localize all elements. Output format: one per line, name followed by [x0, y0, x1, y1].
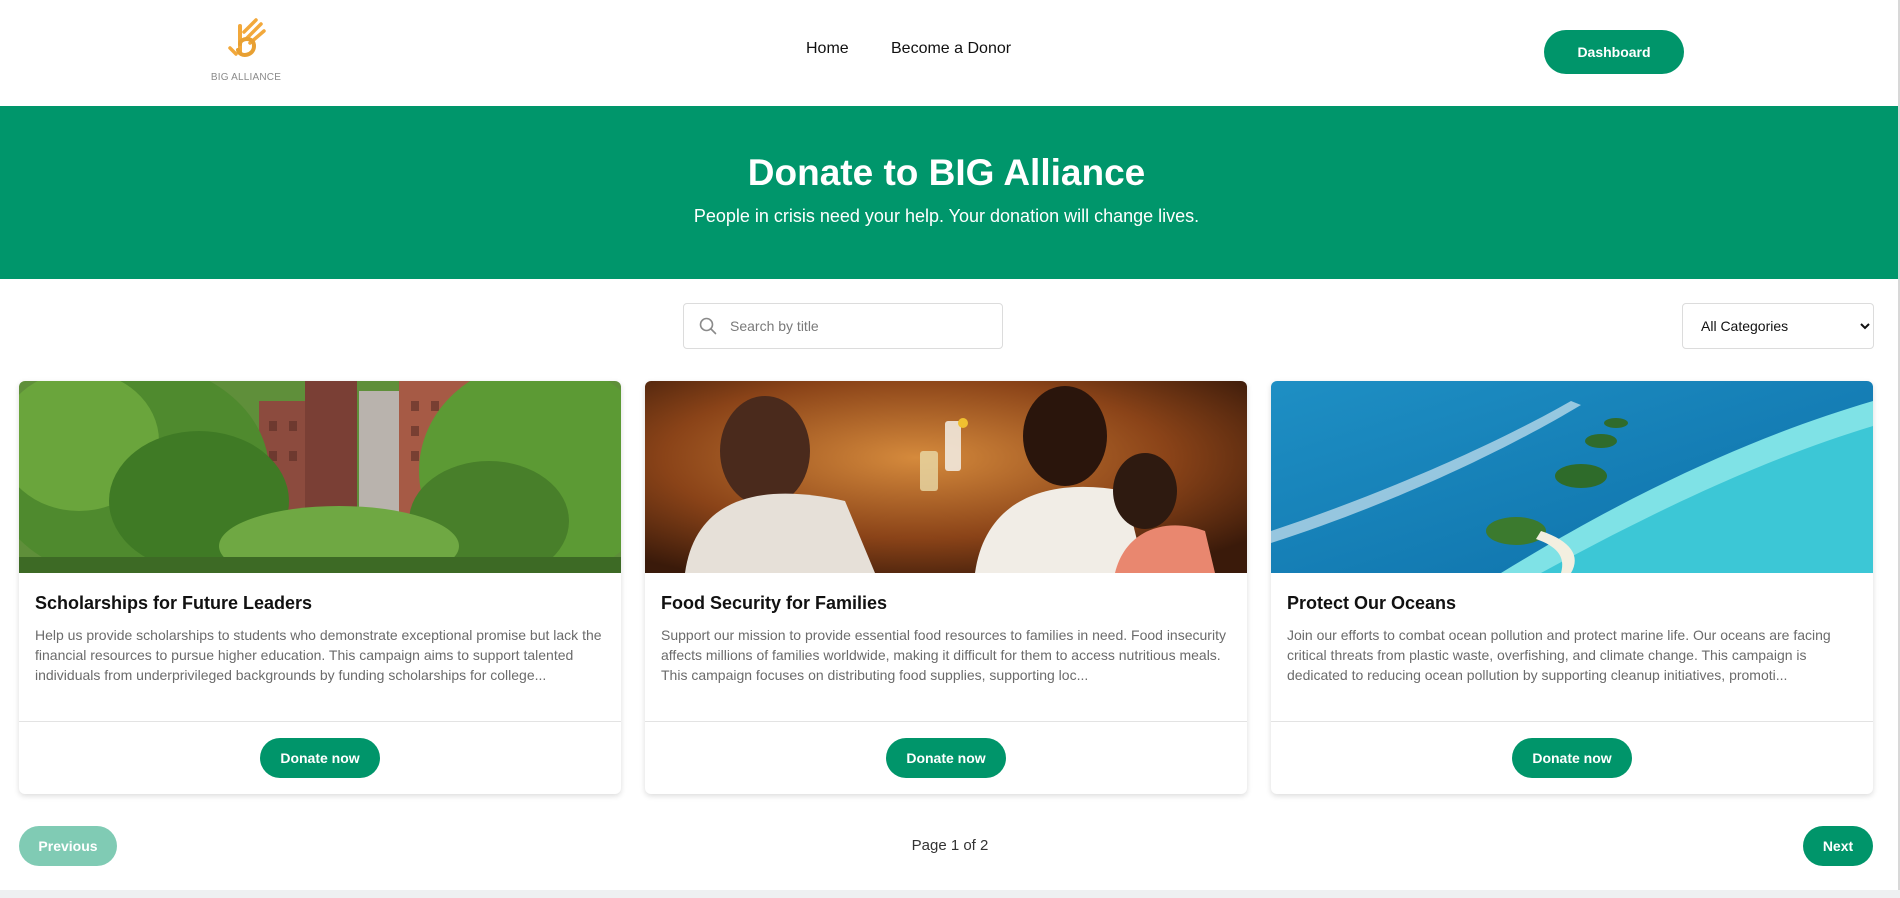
- page-viewport: BIG ALLIANCE Home Become a Donor Dashboa…: [0, 0, 1900, 890]
- site-header: BIG ALLIANCE Home Become a Donor Dashboa…: [0, 0, 1900, 106]
- search-box: [683, 303, 1003, 349]
- campaign-title: Scholarships for Future Leaders: [35, 593, 313, 613]
- page-indicator: Page 1 of 2: [911, 837, 989, 854]
- next-page-button[interactable]: Next: [1803, 826, 1873, 866]
- hero-title: Donate to BIG Alliance: [747, 152, 1146, 193]
- campaign-description: Support our mission to provide essential…: [661, 627, 1226, 683]
- search-icon: [699, 317, 717, 335]
- campaign-image-family-toast: [645, 381, 1247, 573]
- campaign-image-ocean-islands: [1271, 381, 1873, 573]
- donate-now-button[interactable]: Donate now: [886, 738, 1006, 778]
- campaign-card: Food Security for Families Support our m…: [645, 381, 1247, 794]
- search-input[interactable]: [730, 304, 1000, 348]
- category-select[interactable]: All Categories: [1682, 303, 1874, 349]
- campaign-title: Food Security for Families: [661, 593, 888, 613]
- campaign-card: Scholarships for Future Leaders Help us …: [19, 381, 621, 794]
- card-divider: [645, 721, 1247, 722]
- campaign-title: Protect Our Oceans: [1287, 593, 1457, 613]
- donate-now-button[interactable]: Donate now: [260, 738, 380, 778]
- campaign-image-city-park: [19, 381, 621, 573]
- donate-now-button[interactable]: Donate now: [1512, 738, 1632, 778]
- card-divider: [1271, 721, 1873, 722]
- hero-subtitle: People in crisis need your help. Your do…: [693, 206, 1200, 226]
- hero-banner: Donate to BIG Alliance People in crisis …: [0, 106, 1900, 279]
- campaign-description: Help us provide scholarships to students…: [35, 627, 602, 683]
- campaign-description: Join our efforts to combat ocean polluti…: [1287, 627, 1831, 683]
- logo-wordmark: BIG ALLIANCE: [210, 72, 282, 83]
- nav-link-home[interactable]: Home: [806, 40, 849, 58]
- campaign-card: Protect Our Oceans Join our efforts to c…: [1271, 381, 1873, 794]
- card-divider: [19, 721, 621, 722]
- dashboard-button[interactable]: Dashboard: [1544, 30, 1684, 74]
- nav-link-become-donor[interactable]: Become a Donor: [891, 40, 1011, 58]
